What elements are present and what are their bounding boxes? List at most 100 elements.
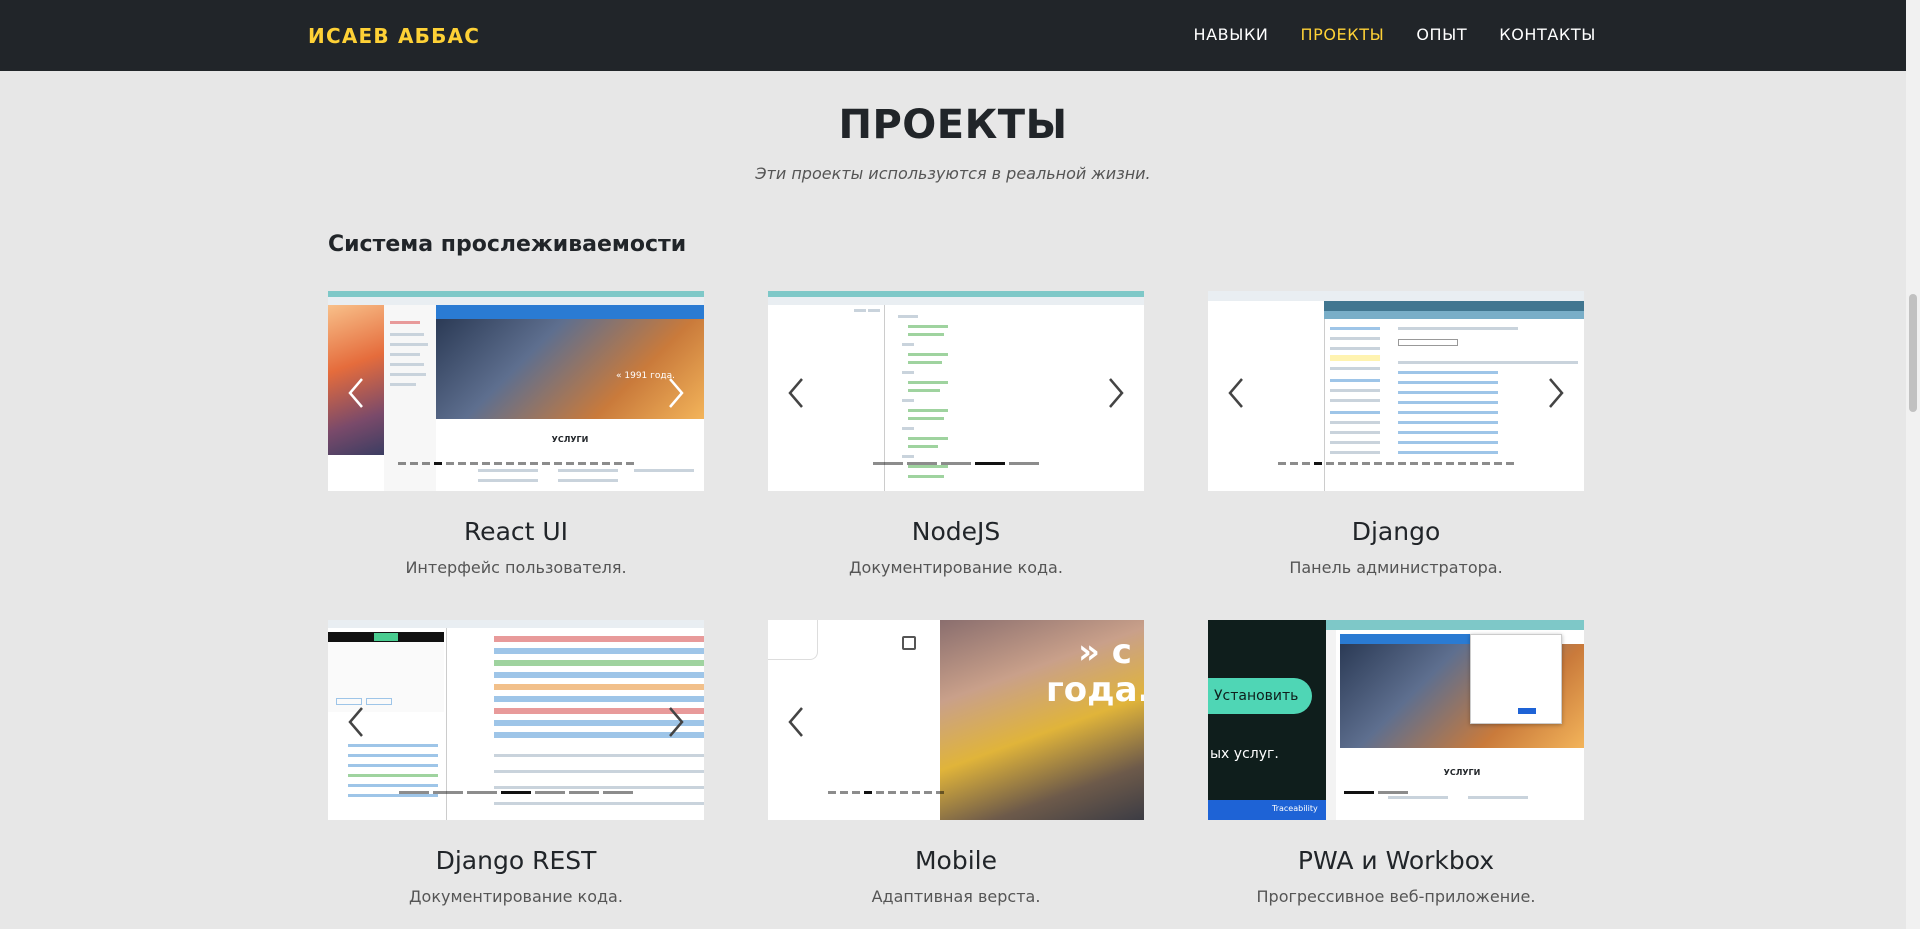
carousel-indicator-dot[interactable] — [1398, 462, 1406, 465]
carousel-indicator-dot[interactable] — [1374, 462, 1382, 465]
carousel-indicator-dot[interactable] — [1378, 791, 1408, 794]
carousel-indicator-dot[interactable] — [1009, 462, 1039, 465]
project-carousel[interactable] — [328, 620, 704, 820]
carousel-indicator-dot[interactable] — [482, 462, 490, 465]
carousel-indicator-dot[interactable] — [900, 791, 908, 794]
carousel-indicator-dot[interactable] — [1314, 462, 1322, 465]
carousel-indicator-dot[interactable] — [852, 791, 860, 794]
mock-content-line — [908, 333, 944, 336]
carousel-indicator-dot[interactable] — [907, 462, 937, 465]
mock-content-line — [1330, 411, 1380, 414]
carousel-indicator-dot[interactable] — [398, 462, 406, 465]
brand-logo-link[interactable]: ИСАЕВ АББАС — [308, 24, 480, 48]
nav-link-projects[interactable]: ПРОЕКТЫ — [1300, 25, 1384, 44]
carousel-indicator-dot[interactable] — [1446, 462, 1454, 465]
carousel-indicator-dot[interactable] — [434, 462, 442, 465]
scrollbar-thumb[interactable] — [1909, 294, 1917, 412]
mock-content-line — [1398, 381, 1498, 384]
carousel-indicator-dot[interactable] — [941, 462, 971, 465]
carousel-next-button[interactable] — [660, 375, 690, 411]
carousel-indicator-dot[interactable] — [1458, 462, 1466, 465]
mock-content-line — [1330, 379, 1380, 382]
carousel-indicator-dot[interactable] — [399, 791, 429, 794]
carousel-indicator-dot[interactable] — [433, 791, 463, 794]
carousel-indicator-dot[interactable] — [864, 791, 872, 794]
carousel-indicator-dot[interactable] — [501, 791, 531, 794]
carousel-indicator-dot[interactable] — [530, 462, 538, 465]
carousel-indicator-dot[interactable] — [410, 462, 418, 465]
mock-content-line — [348, 754, 438, 757]
carousel-indicator-dot[interactable] — [876, 791, 884, 794]
carousel-indicator-dot[interactable] — [840, 791, 848, 794]
nav-link-contacts[interactable]: КОНТАКТЫ — [1499, 25, 1596, 44]
carousel-indicator-dot[interactable] — [602, 462, 610, 465]
carousel-indicator-dot[interactable] — [603, 791, 633, 794]
mock-content-line — [348, 764, 438, 767]
carousel-indicator-dot[interactable] — [1344, 791, 1374, 794]
carousel-indicator-dot[interactable] — [614, 462, 622, 465]
project-carousel[interactable]: » с года. — [768, 620, 1144, 820]
nav-link-experience[interactable]: ОПЫТ — [1416, 25, 1467, 44]
carousel-indicator-dot[interactable] — [566, 462, 574, 465]
carousel-indicator-dot[interactable] — [1362, 462, 1370, 465]
carousel-indicator-dot[interactable] — [1278, 462, 1286, 465]
carousel-indicator-dot[interactable] — [494, 462, 502, 465]
carousel-indicator-dot[interactable] — [924, 791, 932, 794]
mock-content-line — [494, 636, 704, 642]
carousel-prev-button[interactable] — [342, 375, 372, 411]
mock-content-line — [494, 770, 704, 773]
carousel-indicator-dot[interactable] — [1350, 462, 1358, 465]
carousel-indicator-dot[interactable] — [446, 462, 454, 465]
mock-content-line — [902, 427, 914, 430]
carousel-indicator-dot[interactable] — [936, 791, 944, 794]
mock-content-line — [1330, 389, 1380, 392]
project-carousel[interactable] — [768, 291, 1144, 491]
carousel-indicator-dot[interactable] — [467, 791, 497, 794]
project-carousel[interactable] — [1208, 291, 1584, 491]
carousel-indicator-dot[interactable] — [1506, 462, 1514, 465]
carousel-indicator-dot[interactable] — [1494, 462, 1502, 465]
carousel-indicator-dot[interactable] — [506, 462, 514, 465]
nav-link-skills[interactable]: НАВЫКИ — [1193, 25, 1268, 44]
carousel-prev-button[interactable] — [782, 375, 812, 411]
carousel-indicator-dot[interactable] — [1410, 462, 1418, 465]
carousel-indicator-dot[interactable] — [626, 462, 634, 465]
carousel-indicator-dot[interactable] — [458, 462, 466, 465]
carousel-next-button[interactable] — [660, 704, 690, 740]
carousel-indicator-dot[interactable] — [569, 791, 599, 794]
project-title: Django — [1351, 517, 1441, 546]
carousel-indicator-dot[interactable] — [535, 791, 565, 794]
carousel-indicator-dot[interactable] — [1338, 462, 1346, 465]
carousel-indicator-dot[interactable] — [578, 462, 586, 465]
carousel-indicator-dot[interactable] — [1482, 462, 1490, 465]
carousel-indicator-dot[interactable] — [1290, 462, 1298, 465]
mock-heading: УСЛУГИ — [1443, 768, 1481, 777]
carousel-indicator-dot[interactable] — [1302, 462, 1310, 465]
carousel-indicators — [1208, 462, 1584, 465]
carousel-indicator-dot[interactable] — [422, 462, 430, 465]
carousel-indicator-dot[interactable] — [873, 462, 903, 465]
carousel-prev-button[interactable] — [782, 704, 812, 740]
carousel-indicator-dot[interactable] — [1422, 462, 1430, 465]
carousel-indicator-dot[interactable] — [1470, 462, 1478, 465]
carousel-indicator-dot[interactable] — [470, 462, 478, 465]
project-card-django-rest: Django REST Документирование кода. — [328, 620, 704, 906]
carousel-indicator-dot[interactable] — [912, 791, 920, 794]
carousel-indicator-dot[interactable] — [542, 462, 550, 465]
carousel-indicator-dot[interactable] — [518, 462, 526, 465]
carousel-indicator-dot[interactable] — [554, 462, 562, 465]
carousel-prev-button[interactable] — [342, 704, 372, 740]
carousel-indicator-dot[interactable] — [590, 462, 598, 465]
project-carousel[interactable]: « 1991 года. УСЛУГИ — [328, 291, 704, 491]
carousel-indicator-dot[interactable] — [1386, 462, 1394, 465]
carousel-indicator-dot[interactable] — [1326, 462, 1334, 465]
page-scrollbar[interactable] — [1906, 0, 1920, 929]
carousel-next-button[interactable] — [1100, 375, 1130, 411]
carousel-prev-button[interactable] — [1222, 375, 1252, 411]
carousel-next-button[interactable] — [1540, 375, 1570, 411]
carousel-indicator-dot[interactable] — [888, 791, 896, 794]
carousel-indicator-dot[interactable] — [975, 462, 1005, 465]
carousel-indicator-dot[interactable] — [1434, 462, 1442, 465]
carousel-indicator-dot[interactable] — [828, 791, 836, 794]
project-carousel[interactable]: Установить ых услуг. Traceability УСЛУГИ — [1208, 620, 1584, 820]
